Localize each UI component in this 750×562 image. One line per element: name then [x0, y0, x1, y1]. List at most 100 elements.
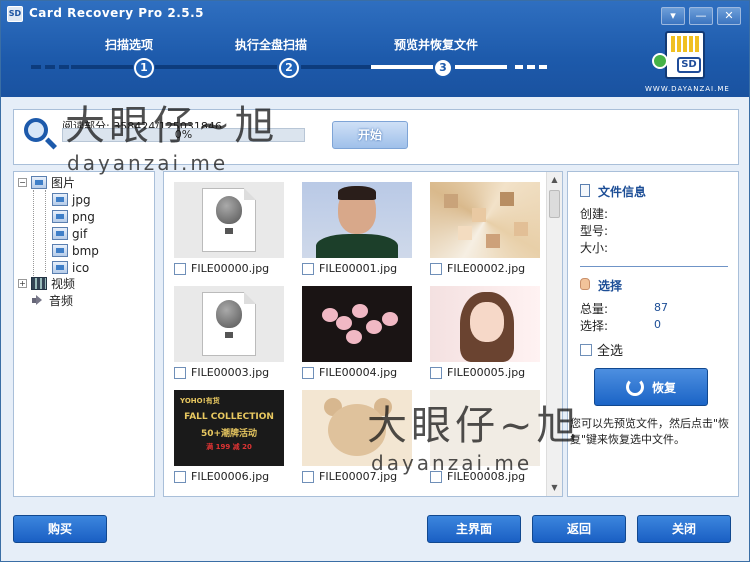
file-checkbox[interactable] — [174, 366, 186, 379]
blossom-thumbnail[interactable] — [302, 286, 412, 362]
recover-label: 恢复 — [651, 380, 676, 395]
file-tile[interactable]: FILE00003.jpg — [174, 286, 286, 386]
tree-item-label: bmp — [72, 243, 99, 258]
file-checkbox[interactable] — [174, 262, 186, 275]
file-name: FILE00008.jpg — [447, 470, 526, 483]
portrait-thumbnail[interactable] — [302, 182, 412, 258]
file-tile[interactable]: FILE00001.jpg — [302, 182, 414, 282]
progress-track — [371, 65, 433, 69]
poster-line: 50+潮牌活动 — [200, 429, 258, 439]
bear-thumbnail[interactable] — [302, 390, 412, 466]
tree-item-images[interactable]: − 图片 — [18, 174, 75, 191]
recover-arrow-icon — [652, 53, 668, 69]
main-menu-button[interactable]: 主界面 — [427, 515, 521, 543]
tree-item-ico[interactable]: ico — [52, 259, 89, 276]
tree-item-bmp[interactable]: bmp — [52, 242, 99, 259]
file-checkbox[interactable] — [302, 262, 314, 275]
select-all-label: 全选 — [597, 344, 624, 359]
step-2-label: 执行全盘扫描 — [235, 38, 308, 52]
file-name: FILE00007.jpg — [319, 470, 398, 483]
size-label: 大小: — [580, 241, 609, 255]
progress-dash — [539, 65, 547, 69]
placeholder-thumbnail[interactable] — [174, 286, 284, 362]
app-window: SD Card Recovery Pro 2.5.5 ▾ — ✕ 扫描选项 执行… — [0, 0, 750, 562]
image-file-icon — [52, 193, 68, 206]
file-tile[interactable]: FILE00005.jpg — [430, 286, 542, 386]
start-button[interactable]: 开始 — [332, 121, 408, 149]
tree-item-label: 音频 — [49, 294, 74, 308]
brand-url: WWW.DAYANZAI.ME — [645, 85, 730, 93]
file-checkbox[interactable] — [302, 366, 314, 379]
file-preview-grid: FILE00000.jpg FILE00001.jpg FILE00002.jp… — [163, 171, 563, 497]
select-all-box[interactable] — [580, 343, 592, 356]
file-name: FILE00006.jpg — [191, 470, 270, 483]
refresh-icon — [625, 378, 644, 396]
poster-line: 满 199 减 20 — [206, 443, 252, 451]
tree-connector — [33, 190, 34, 286]
file-checkbox[interactable] — [302, 470, 314, 483]
divider — [580, 266, 728, 267]
progress-dash — [515, 65, 523, 69]
file-tile[interactable]: YOHO!有货 FALL COLLECTION 50+潮牌活动 满 199 减 … — [174, 390, 286, 490]
sd-pins — [671, 36, 701, 52]
progress-dash — [45, 65, 55, 69]
scan-panel: 阅读部分: 358424/125031846 0% 开始 — [13, 109, 739, 165]
file-tile[interactable]: FILE00007.jpg — [302, 390, 414, 490]
scroll-down-icon[interactable]: ▼ — [547, 480, 562, 496]
file-checkbox[interactable] — [430, 366, 442, 379]
close-window-button[interactable]: ✕ — [717, 7, 741, 25]
collapse-toggle-icon[interactable]: − — [18, 178, 27, 187]
file-tile[interactable]: FILE00004.jpg — [302, 286, 414, 386]
file-checkbox[interactable] — [174, 470, 186, 483]
selected-label: 选择: — [580, 319, 609, 333]
poster-thumbnail[interactable]: YOHO!有货 FALL COLLECTION 50+潮牌活动 满 199 减 … — [174, 390, 284, 466]
progress-track — [455, 65, 507, 69]
girl-thumbnail[interactable] — [430, 286, 540, 362]
dropdown-button[interactable]: ▾ — [661, 7, 685, 25]
file-tile[interactable]: FILE00000.jpg — [174, 182, 286, 282]
expand-toggle-icon[interactable]: + — [18, 279, 27, 288]
type-label: 型号: — [580, 224, 609, 238]
grid-scrollbar[interactable]: ▲ ▼ — [546, 172, 562, 496]
progress-track — [301, 65, 371, 69]
created-label: 创建: — [580, 207, 609, 221]
file-name: FILE00004.jpg — [319, 366, 398, 379]
mosaic-thumbnail[interactable] — [430, 182, 540, 258]
pointing-hand-icon — [580, 278, 590, 290]
file-tile[interactable]: FILE00002.jpg — [430, 182, 542, 282]
minimize-button[interactable]: — — [689, 7, 713, 25]
back-button[interactable]: 返回 — [532, 515, 626, 543]
file-info-title: 文件信息 — [598, 185, 647, 199]
scroll-up-icon[interactable]: ▲ — [547, 172, 562, 188]
app-title: Card Recovery Pro 2.5.5 — [29, 6, 205, 20]
tree-item-gif[interactable]: gif — [52, 225, 87, 242]
buy-button[interactable]: 购买 — [13, 515, 107, 543]
file-checkbox[interactable] — [430, 470, 442, 483]
tree-item-jpg[interactable]: jpg — [52, 191, 91, 208]
close-button[interactable]: 关闭 — [637, 515, 731, 543]
sd-card-text: SD — [677, 57, 701, 73]
tree-item-video[interactable]: + 视频 — [18, 275, 75, 292]
speaker-icon — [31, 294, 45, 307]
file-name: FILE00002.jpg — [447, 262, 526, 275]
tree-item-audio[interactable]: 音频 — [31, 292, 73, 309]
app-icon: SD — [7, 6, 23, 22]
placeholder-thumbnail[interactable] — [174, 182, 284, 258]
file-name: FILE00000.jpg — [191, 262, 270, 275]
magnifier-icon — [22, 116, 58, 150]
total-value: 87 — [654, 301, 668, 314]
placeholder-thumbnail[interactable] — [430, 390, 540, 466]
tree-item-label: 视频 — [51, 277, 76, 291]
select-all-checkbox[interactable]: 全选 — [580, 340, 623, 359]
step-3-label: 预览并恢复文件 — [394, 38, 479, 52]
sd-card-logo: SD — [665, 31, 705, 79]
progress-dash — [31, 65, 41, 69]
hint-text: 您可以先预览文件，然后点击"恢复"键来恢复选中文件。 — [570, 417, 730, 446]
file-tile[interactable]: FILE00008.jpg — [430, 390, 542, 490]
tree-item-label: 图片 — [51, 176, 76, 190]
file-checkbox[interactable] — [430, 262, 442, 275]
file-name: FILE00001.jpg — [319, 262, 398, 275]
tree-item-png[interactable]: png — [52, 208, 95, 225]
recover-button[interactable]: 恢复 — [594, 368, 708, 406]
scroll-thumb[interactable] — [549, 190, 560, 218]
